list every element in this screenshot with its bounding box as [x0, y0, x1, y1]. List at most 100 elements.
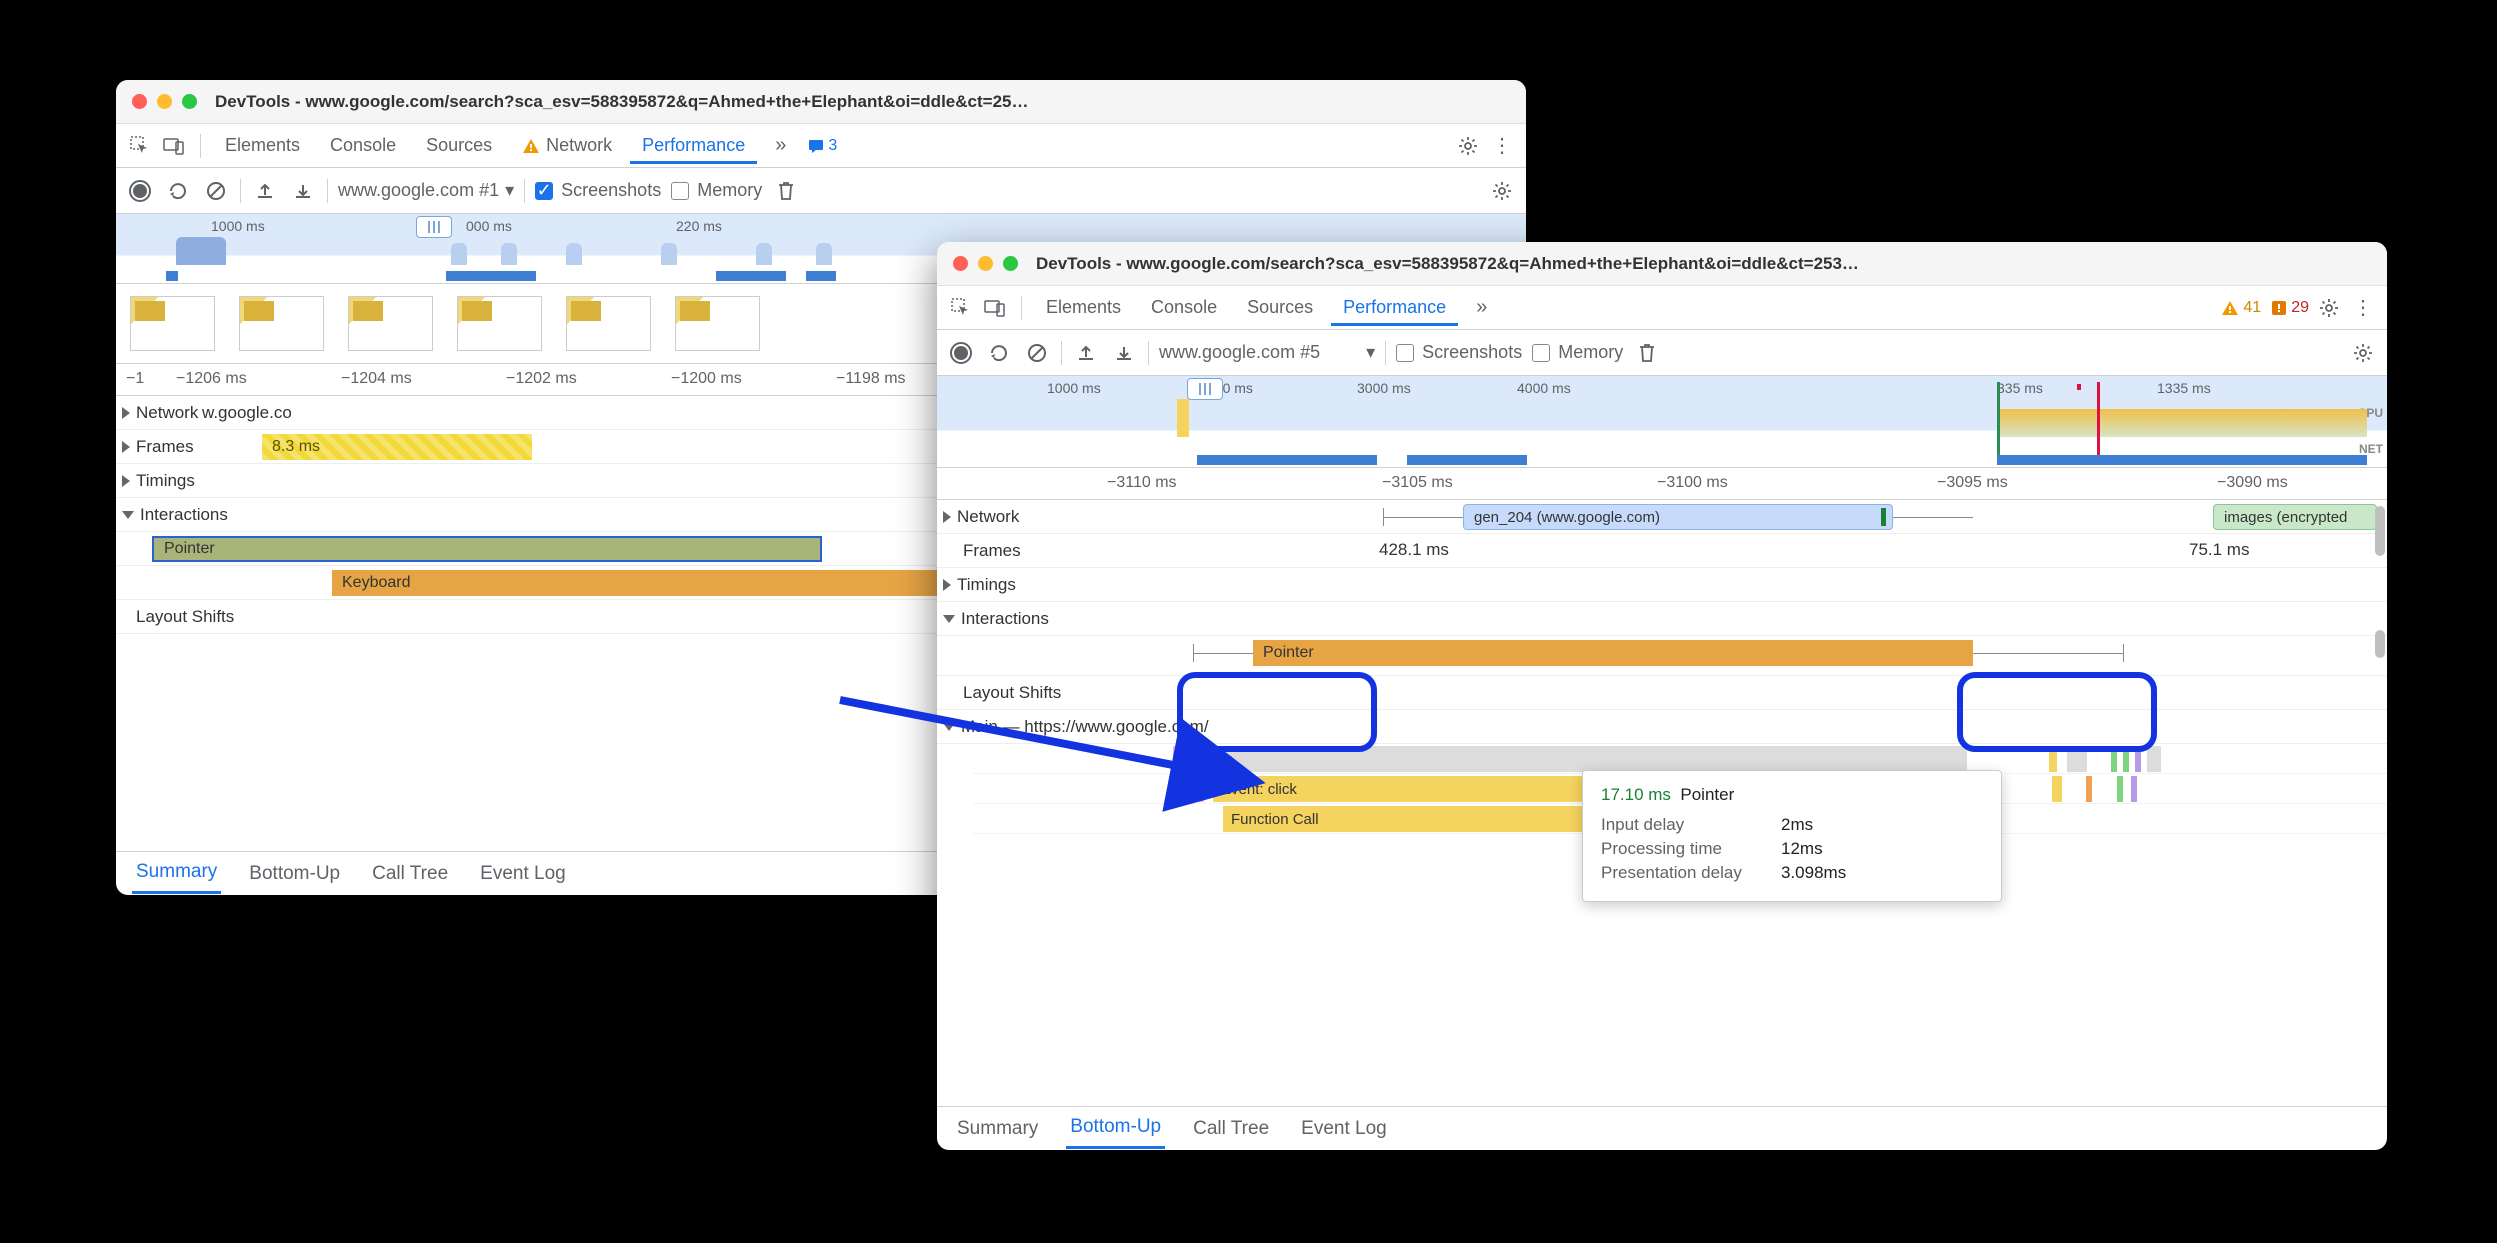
- tab-event-log[interactable]: Event Log: [1297, 1110, 1391, 1148]
- tab-sources[interactable]: Sources: [414, 127, 504, 164]
- disclosure-right-icon[interactable]: [122, 475, 130, 487]
- session-select[interactable]: www.google.com #5 ▾: [1159, 342, 1375, 363]
- tab-more[interactable]: »: [763, 126, 798, 165]
- tab-sources[interactable]: Sources: [1235, 289, 1325, 326]
- flame-paint[interactable]: [2117, 776, 2123, 802]
- settings-icon[interactable]: [1454, 132, 1482, 160]
- disclosure-down-icon[interactable]: [943, 723, 955, 731]
- track-frames[interactable]: Frames 428.1 ms 75.1 ms: [937, 534, 2387, 568]
- device-toggle-icon[interactable]: [981, 294, 1009, 322]
- tab-call-tree[interactable]: Call Tree: [368, 855, 452, 893]
- range-handle[interactable]: [1187, 378, 1223, 400]
- track-main[interactable]: Main — https://www.google.com/: [937, 710, 2387, 744]
- upload-icon[interactable]: [1072, 339, 1100, 367]
- track-layout-shifts[interactable]: Layout Shifts: [937, 676, 2387, 710]
- flame-composite[interactable]: [2135, 746, 2141, 772]
- screenshots-toggle[interactable]: Screenshots: [1396, 342, 1522, 363]
- timeline-overview[interactable]: 1000 ms 000 ms 3000 ms 4000 ms 335 ms 13…: [937, 376, 2387, 468]
- tab-console[interactable]: Console: [318, 127, 408, 164]
- disclosure-right-icon[interactable]: [122, 407, 130, 419]
- flame-tiny[interactable]: [2067, 746, 2087, 772]
- flame-tiny[interactable]: [2147, 746, 2161, 772]
- screenshot-thumb[interactable]: [675, 296, 760, 351]
- flame-composite[interactable]: [2131, 776, 2137, 802]
- upload-icon[interactable]: [251, 177, 279, 205]
- network-request-gen204[interactable]: gen_204 (www.google.com): [1463, 504, 1893, 530]
- clear-button[interactable]: [1023, 339, 1051, 367]
- screenshot-thumb[interactable]: [348, 296, 433, 351]
- track-network[interactable]: Network gen_204 (www.google.com) images …: [937, 500, 2387, 534]
- record-button[interactable]: [947, 339, 975, 367]
- download-icon[interactable]: [289, 177, 317, 205]
- screenshot-thumb[interactable]: [239, 296, 324, 351]
- flame-task[interactable]: Task: [1193, 746, 1967, 772]
- tab-network[interactable]: Network: [510, 127, 624, 164]
- disclosure-right-icon[interactable]: [943, 579, 951, 591]
- disclosure-right-icon[interactable]: [943, 511, 951, 523]
- tab-summary[interactable]: Summary: [132, 853, 221, 894]
- track-timings[interactable]: Timings: [937, 568, 2387, 602]
- trash-icon[interactable]: [772, 177, 800, 205]
- inspect-element-icon[interactable]: [947, 294, 975, 322]
- screenshot-thumb[interactable]: [457, 296, 542, 351]
- tab-bottom-up[interactable]: Bottom-Up: [1066, 1108, 1165, 1149]
- error-badge[interactable]: 29: [2271, 299, 2309, 317]
- disclosure-right-icon[interactable]: [122, 441, 130, 453]
- memory-toggle[interactable]: Memory: [671, 180, 762, 201]
- trash-icon[interactable]: [1633, 339, 1661, 367]
- vertical-scrollbar[interactable]: [2375, 630, 2385, 658]
- kebab-menu-icon[interactable]: ⋮: [2349, 294, 2377, 322]
- frame-bar[interactable]: 8.3 ms: [262, 434, 532, 460]
- kebab-menu-icon[interactable]: ⋮: [1488, 132, 1516, 160]
- disclosure-down-icon[interactable]: [943, 615, 955, 623]
- screenshots-toggle[interactable]: ✓ Screenshots: [535, 180, 661, 201]
- tab-console[interactable]: Console: [1139, 289, 1229, 326]
- close-icon[interactable]: [132, 94, 147, 109]
- interaction-pointer-bar[interactable]: Pointer: [1253, 640, 1973, 666]
- warning-badge[interactable]: 41: [2221, 299, 2261, 317]
- minimize-icon[interactable]: [978, 256, 993, 271]
- flame-tiny[interactable]: [2052, 776, 2062, 802]
- tab-more[interactable]: »: [1464, 288, 1499, 327]
- flame-tiny[interactable]: [2049, 746, 2057, 772]
- flame-paint[interactable]: [2123, 746, 2129, 772]
- screenshot-thumb[interactable]: [130, 296, 215, 351]
- tab-event-log[interactable]: Event Log: [476, 855, 570, 893]
- tab-performance[interactable]: Performance: [1331, 289, 1458, 326]
- flame-tiny[interactable]: [2086, 776, 2092, 802]
- settings-icon[interactable]: [2349, 339, 2377, 367]
- network-request-images[interactable]: images (encrypted: [2213, 504, 2377, 530]
- tab-elements[interactable]: Elements: [1034, 289, 1133, 326]
- maximize-icon[interactable]: [1003, 256, 1018, 271]
- inspect-element-icon[interactable]: [126, 132, 154, 160]
- memory-toggle[interactable]: Memory: [1532, 342, 1623, 363]
- time-axis[interactable]: −3110 ms −3105 ms −3100 ms −3095 ms −309…: [937, 468, 2387, 500]
- flame-layout[interactable]: [1173, 746, 1179, 772]
- reload-record-button[interactable]: [985, 339, 1013, 367]
- disclosure-down-icon[interactable]: [122, 511, 134, 519]
- settings-icon[interactable]: [1488, 177, 1516, 205]
- session-select[interactable]: www.google.com #1 ▾: [338, 180, 514, 201]
- vertical-scrollbar[interactable]: [2375, 506, 2385, 556]
- interaction-pointer-row[interactable]: Pointer: [937, 636, 2387, 676]
- tab-call-tree[interactable]: Call Tree: [1189, 1110, 1273, 1148]
- tab-performance[interactable]: Performance: [630, 127, 757, 164]
- interaction-pointer-bar[interactable]: Pointer: [152, 536, 822, 562]
- tab-bottom-up[interactable]: Bottom-Up: [245, 855, 344, 893]
- close-icon[interactable]: [953, 256, 968, 271]
- record-button[interactable]: [126, 177, 154, 205]
- screenshot-thumb[interactable]: [566, 296, 651, 351]
- reload-record-button[interactable]: [164, 177, 192, 205]
- tab-summary[interactable]: Summary: [953, 1110, 1042, 1148]
- minimize-icon[interactable]: [157, 94, 172, 109]
- flame-paint[interactable]: [2111, 746, 2117, 772]
- issues-badge[interactable]: 3: [808, 137, 837, 155]
- device-toggle-icon[interactable]: [160, 132, 188, 160]
- range-handle[interactable]: [416, 216, 452, 238]
- maximize-icon[interactable]: [182, 94, 197, 109]
- settings-icon[interactable]: [2315, 294, 2343, 322]
- track-interactions[interactable]: Interactions: [937, 602, 2387, 636]
- download-icon[interactable]: [1110, 339, 1138, 367]
- flame-layout[interactable]: [1198, 776, 1204, 802]
- tab-elements[interactable]: Elements: [213, 127, 312, 164]
